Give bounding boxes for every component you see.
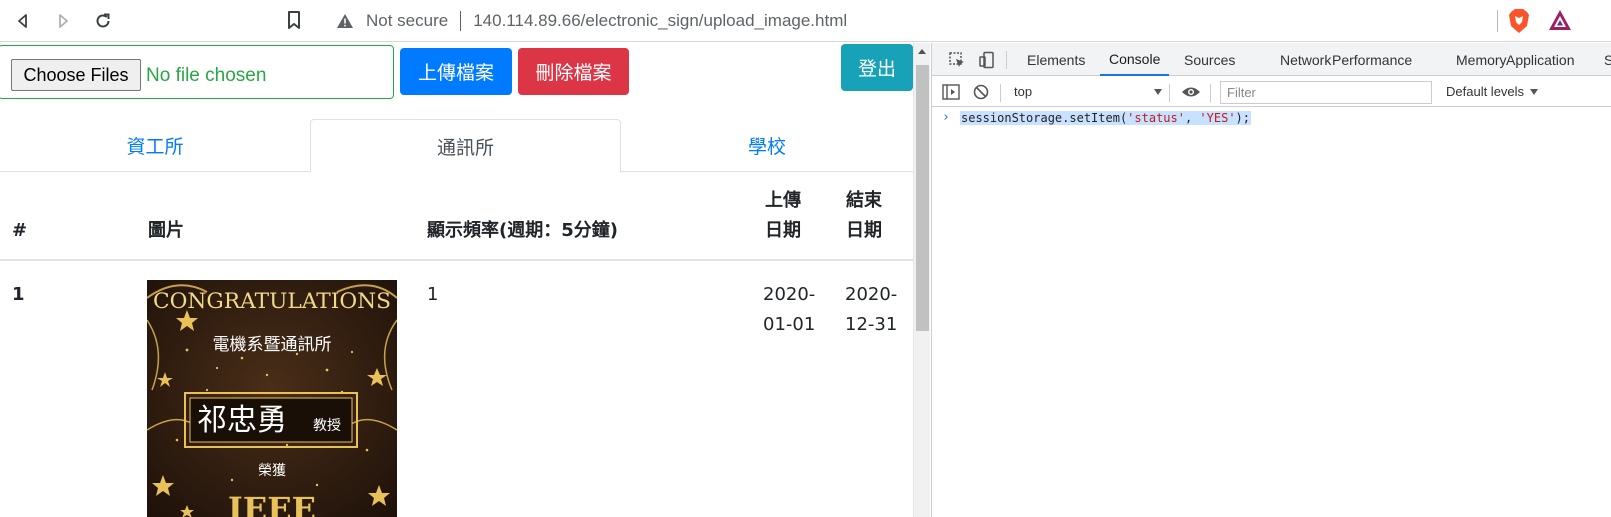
bat-rewards-icon[interactable] bbox=[1548, 9, 1572, 35]
department-tabs: 資工所 通訊所 學校 bbox=[0, 119, 913, 173]
devtools-tab-network[interactable]: Network bbox=[1280, 43, 1331, 76]
inspect-element-icon[interactable] bbox=[946, 49, 968, 71]
console-toolbar-divider bbox=[1169, 84, 1170, 102]
devtools-tab-overflow[interactable]: S bbox=[1604, 43, 1611, 76]
poster-name: 祁忠勇 bbox=[197, 403, 287, 438]
command-arg-value: 'YES' bbox=[1199, 111, 1236, 125]
choose-files-button[interactable]: Choose Files bbox=[11, 59, 141, 91]
poster-title: 教授 bbox=[313, 418, 341, 434]
row-frequency: 1 bbox=[427, 284, 439, 305]
extensions-divider bbox=[1497, 10, 1498, 32]
upload-file-button[interactable]: 上傳檔案 bbox=[400, 48, 512, 95]
row-index: 1 bbox=[12, 284, 25, 305]
context-selector[interactable]: top bbox=[1014, 84, 1032, 99]
header-index: # bbox=[12, 220, 28, 241]
devtools-tab-elements[interactable]: Elements bbox=[1027, 43, 1085, 76]
show-sidebar-icon[interactable] bbox=[940, 81, 962, 103]
header-end-date: 結束 日期 bbox=[846, 186, 896, 246]
context-dropdown-icon[interactable] bbox=[1154, 89, 1162, 95]
row-end-date-line1: 2020- bbox=[845, 284, 898, 305]
url-text[interactable]: 140.114.89.66/electronic_sign/upload_ima… bbox=[473, 11, 847, 31]
poster-department: 電機系暨通訊所 bbox=[213, 335, 332, 355]
console-toolbar-divider bbox=[1210, 84, 1211, 102]
poster-award-text: IEEE bbox=[228, 490, 316, 517]
devtools-tab-bar: Elements Console Sources Network Perform… bbox=[932, 43, 1611, 76]
table-header: # 圖片 顯示頻率(週期：5分鐘) 上傳 日期 結束 日期 bbox=[0, 173, 913, 261]
header-upload-date-line1: 上傳 bbox=[765, 190, 801, 211]
console-filter-input[interactable]: Filter bbox=[1220, 81, 1432, 104]
devtools-divider bbox=[1006, 51, 1007, 69]
page-viewport: Choose Files No file chosen 上傳檔案 刪除檔案 登出… bbox=[0, 43, 913, 517]
devtools-tab-memory[interactable]: Memory bbox=[1456, 43, 1507, 76]
scroll-up-arrow-icon[interactable] bbox=[918, 49, 926, 54]
clear-console-icon[interactable] bbox=[970, 81, 992, 103]
delete-file-button[interactable]: 刪除檔案 bbox=[518, 48, 629, 95]
congratulations-poster: CONGRATULATIONS 電機系暨通訊所 祁忠勇 教授 榮獲 IEEE bbox=[147, 280, 397, 517]
row-upload-date-line1: 2020- bbox=[763, 284, 816, 305]
warning-icon[interactable] bbox=[336, 12, 354, 30]
command-arg-key: 'status' bbox=[1127, 111, 1185, 125]
live-expression-eye-icon[interactable] bbox=[1180, 81, 1202, 103]
row-end-date: 2020- 12-31 bbox=[845, 280, 897, 340]
address-bar[interactable]: Not secure 140.114.89.66/electronic_sign… bbox=[322, 4, 1587, 38]
file-input-box[interactable]: Choose Files No file chosen bbox=[0, 45, 394, 99]
header-upload-date-line2: 日期 bbox=[765, 220, 801, 241]
row-upload-date-line2: 01-01 bbox=[763, 314, 816, 335]
forward-icon[interactable] bbox=[51, 9, 75, 33]
devtools-tab-application[interactable]: Application bbox=[1506, 43, 1575, 76]
tab-school[interactable]: 學校 bbox=[621, 119, 913, 172]
command-comma: , bbox=[1184, 111, 1200, 125]
brave-shield-icon[interactable] bbox=[1508, 8, 1530, 38]
security-label[interactable]: Not secure bbox=[366, 11, 448, 31]
devtools-panel: Elements Console Sources Network Perform… bbox=[931, 43, 1611, 517]
reload-icon[interactable] bbox=[91, 9, 115, 33]
console-input-line[interactable]: › sessionStorage.setItem('status', 'YES'… bbox=[932, 108, 1611, 130]
row-upload-date: 2020- 01-01 bbox=[763, 280, 815, 340]
device-toolbar-icon[interactable] bbox=[976, 49, 998, 71]
scrollbar-thumb[interactable] bbox=[916, 65, 929, 331]
console-toolbar: top Filter Default levels bbox=[932, 77, 1611, 107]
command-suffix: ); bbox=[1235, 111, 1250, 125]
header-image: 圖片 bbox=[148, 220, 184, 241]
bookmark-icon[interactable] bbox=[285, 9, 303, 35]
command-prefix: sessionStorage.setItem( bbox=[961, 111, 1128, 125]
logout-button[interactable]: 登出 bbox=[841, 44, 913, 91]
console-command[interactable]: sessionStorage.setItem('status', 'YES'); bbox=[960, 111, 1251, 125]
header-frequency: 顯示頻率(週期：5分鐘) bbox=[427, 220, 618, 241]
file-status-text: No file chosen bbox=[146, 65, 267, 86]
log-levels-dropdown[interactable]: Default levels bbox=[1446, 84, 1524, 99]
levels-dropdown-icon[interactable] bbox=[1530, 89, 1538, 95]
header-upload-date: 上傳 日期 bbox=[765, 186, 815, 246]
console-prompt-icon: › bbox=[942, 110, 950, 125]
tab-comm[interactable]: 通訊所 bbox=[310, 119, 621, 173]
header-end-date-line1: 結束 bbox=[846, 190, 882, 211]
poster-award: 榮獲 bbox=[258, 463, 286, 479]
back-icon[interactable] bbox=[11, 9, 35, 33]
devtools-tab-sources[interactable]: Sources bbox=[1184, 43, 1235, 76]
devtools-tab-performance[interactable]: Performance bbox=[1332, 43, 1412, 76]
address-divider bbox=[460, 11, 462, 31]
page-scrollbar[interactable] bbox=[913, 43, 930, 517]
console-toolbar-divider bbox=[1000, 84, 1001, 102]
devtools-tab-console[interactable]: Console bbox=[1100, 43, 1170, 76]
tab-csie[interactable]: 資工所 bbox=[0, 119, 310, 172]
header-end-date-line2: 日期 bbox=[846, 220, 882, 241]
row-end-date-line2: 12-31 bbox=[845, 314, 898, 335]
poster-headline: CONGRATULATIONS bbox=[153, 289, 391, 313]
browser-toolbar: Not secure 140.114.89.66/electronic_sign… bbox=[0, 0, 1611, 42]
